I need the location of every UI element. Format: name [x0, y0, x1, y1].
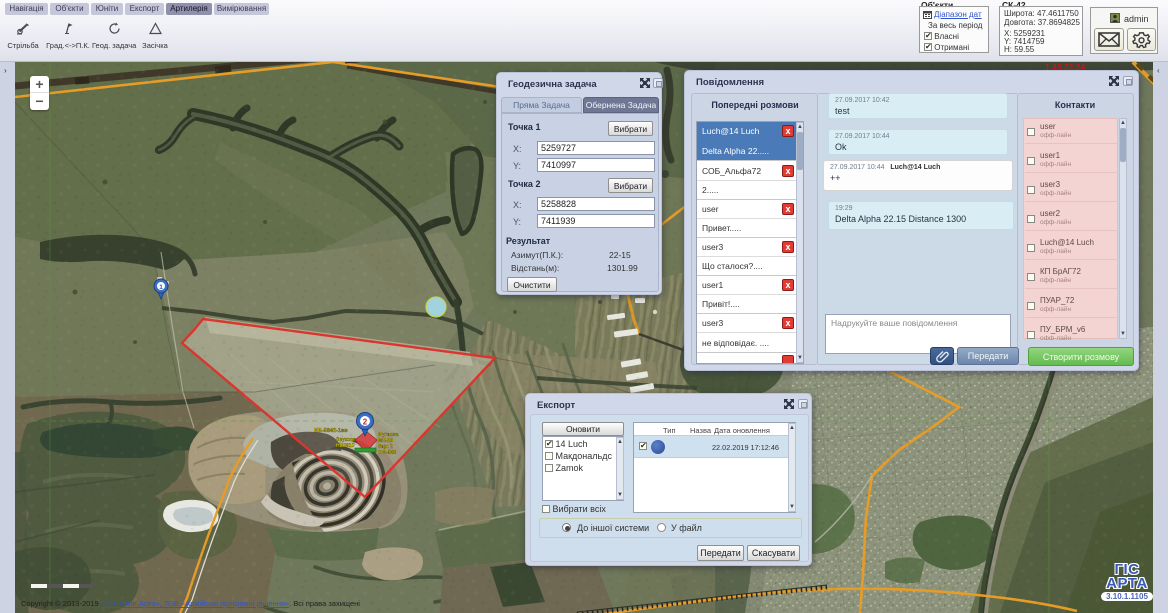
- svg-text:ОФ-540: ОФ-540: [378, 450, 396, 456]
- svg-text:НБ-5842-1вв: НБ-5842-1вв: [314, 428, 348, 434]
- svg-text:2: 2: [363, 418, 368, 427]
- svg-text:1: 1: [159, 284, 163, 291]
- svg-text:НВ2810: НВ2810: [336, 443, 355, 449]
